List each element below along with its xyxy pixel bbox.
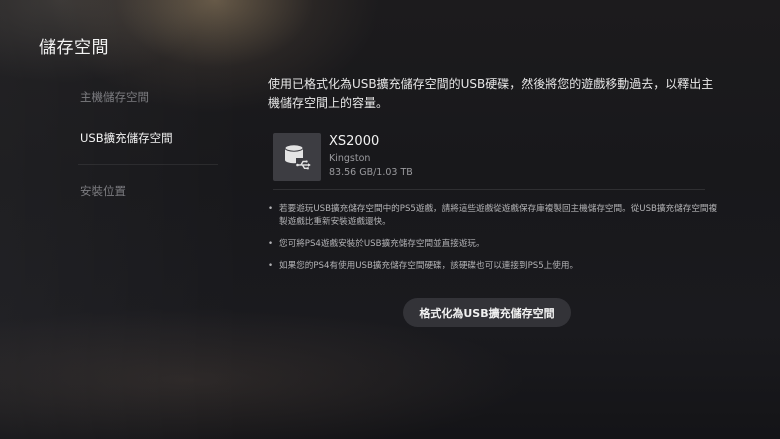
sidebar-background xyxy=(0,0,250,439)
device-brand: Kingston xyxy=(329,153,371,164)
note-text: 您可將PS4遊戲安裝於USB擴充儲存空間並直接遊玩。 xyxy=(279,239,485,249)
sidebar-item-usb-extended-storage[interactable]: USB擴充儲存空間 xyxy=(80,130,173,146)
sidebar-item-console-storage[interactable]: 主機儲存空間 xyxy=(80,89,149,105)
usb-device-card[interactable]: XS2000 Kingston 83.56 GB/1.03 TB xyxy=(273,132,705,190)
bullet-icon: • xyxy=(268,204,274,214)
notes-list: • 若要遊玩USB擴充儲存空間中的PS5遊戲，請將這些遊戲從遊戲保存庫複製回主機儲… xyxy=(268,203,718,282)
device-capacity: 83.56 GB/1.03 TB xyxy=(329,167,413,178)
page-title: 儲存空間 xyxy=(39,38,109,58)
sidebar-item-install-location[interactable]: 安裝位置 xyxy=(80,183,126,199)
format-usb-extended-storage-button[interactable]: 格式化為USB擴充儲存空間 xyxy=(403,298,571,327)
card-divider xyxy=(273,189,705,190)
bullet-icon: • xyxy=(268,261,274,271)
note-item: • 如果您的PS4有使用USB擴充儲存空間硬碟，該硬碟也可以連接到PS5上使用。 xyxy=(268,260,718,273)
device-name: XS2000 xyxy=(329,134,380,149)
sidebar-divider xyxy=(78,164,218,165)
note-item: • 若要遊玩USB擴充儲存空間中的PS5遊戲，請將這些遊戲從遊戲保存庫複製回主機儲… xyxy=(268,203,718,229)
description-text: 使用已格式化為USB擴充儲存空間的USB硬碟，然後將您的遊戲移動過去，以釋出主機… xyxy=(268,77,714,110)
note-text: 如果您的PS4有使用USB擴充儲存空間硬碟，該硬碟也可以連接到PS5上使用。 xyxy=(279,261,579,271)
note-text: 若要遊玩USB擴充儲存空間中的PS5遊戲，請將這些遊戲從遊戲保存庫複製回主機儲存… xyxy=(279,204,718,227)
bullet-icon: • xyxy=(268,239,274,249)
usb-drive-icon xyxy=(273,133,321,181)
note-item: • 您可將PS4遊戲安裝於USB擴充儲存空間並直接遊玩。 xyxy=(268,238,718,251)
